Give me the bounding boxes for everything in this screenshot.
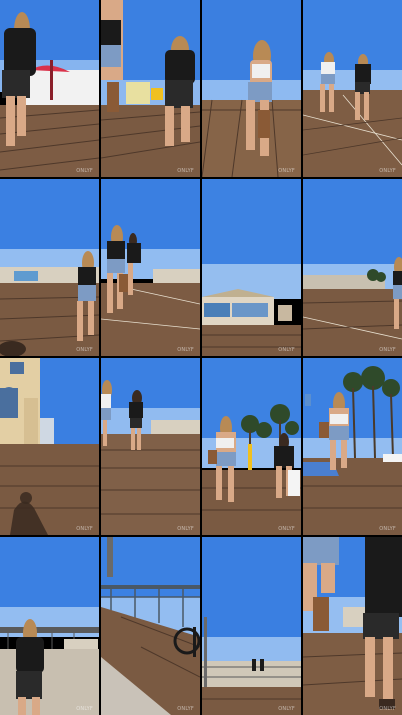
watermark: ONLYF <box>278 347 295 353</box>
frame-3-3[interactable]: ONLYF <box>202 358 301 535</box>
watermark: ONLYF <box>76 168 93 174</box>
frame-3-3-image <box>202 358 301 535</box>
watermark: ONLYF <box>177 347 194 353</box>
watermark: ONLYF <box>76 347 93 353</box>
frame-4-4-image <box>303 537 402 715</box>
watermark: ONLYF <box>379 526 396 532</box>
watermark: ONLYF <box>379 706 396 712</box>
frame-4-2-image <box>101 537 200 715</box>
watermark: ONLYF <box>177 706 194 712</box>
frame-1-2[interactable]: ONLYF <box>101 0 200 177</box>
frame-1-2-image <box>101 0 200 177</box>
frame-1-3[interactable]: ONLYF <box>202 0 301 177</box>
frame-3-4-image <box>303 358 402 535</box>
watermark: ONLYF <box>379 168 396 174</box>
watermark: ONLYF <box>278 706 295 712</box>
frame-3-1[interactable]: ONLYF <box>0 358 99 535</box>
frame-contact-sheet: ONLYF ONLYF ONLYF ONLYF ONLYF ONLYF ONLY… <box>0 0 402 715</box>
watermark: ONLYF <box>379 347 396 353</box>
frame-1-3-image <box>202 0 301 177</box>
watermark: ONLYF <box>177 168 194 174</box>
frame-2-3-image <box>202 179 301 356</box>
frame-2-4[interactable]: ONLYF <box>303 179 402 356</box>
frame-4-3-image <box>202 537 301 715</box>
frame-4-3[interactable]: ONLYF <box>202 537 301 715</box>
frame-4-1[interactable]: ONLYF <box>0 537 99 715</box>
watermark: ONLYF <box>76 526 93 532</box>
frame-1-4-image <box>303 0 402 177</box>
frame-3-4[interactable]: ONLYF <box>303 358 402 535</box>
frame-4-1-image <box>0 537 99 715</box>
frame-1-4[interactable]: ONLYF <box>303 0 402 177</box>
watermark: ONLYF <box>177 526 194 532</box>
frame-2-2-image <box>101 179 200 356</box>
frame-2-1-image <box>0 179 99 356</box>
frame-2-3[interactable]: ONLYF <box>202 179 301 356</box>
frame-2-1[interactable]: ONLYF <box>0 179 99 356</box>
frame-3-2-image <box>101 358 200 535</box>
frame-3-1-image <box>0 358 99 535</box>
frame-2-4-image <box>303 179 402 356</box>
frame-4-2[interactable]: ONLYF <box>101 537 200 715</box>
watermark: ONLYF <box>278 526 295 532</box>
frame-1-1-image <box>0 0 99 177</box>
frame-2-2[interactable]: ONLYF <box>101 179 200 356</box>
watermark: ONLYF <box>278 168 295 174</box>
frame-1-1[interactable]: ONLYF <box>0 0 99 177</box>
watermark: ONLYF <box>76 706 93 712</box>
frame-3-2[interactable]: ONLYF <box>101 358 200 535</box>
frame-4-4[interactable]: ONLYF <box>303 537 402 715</box>
